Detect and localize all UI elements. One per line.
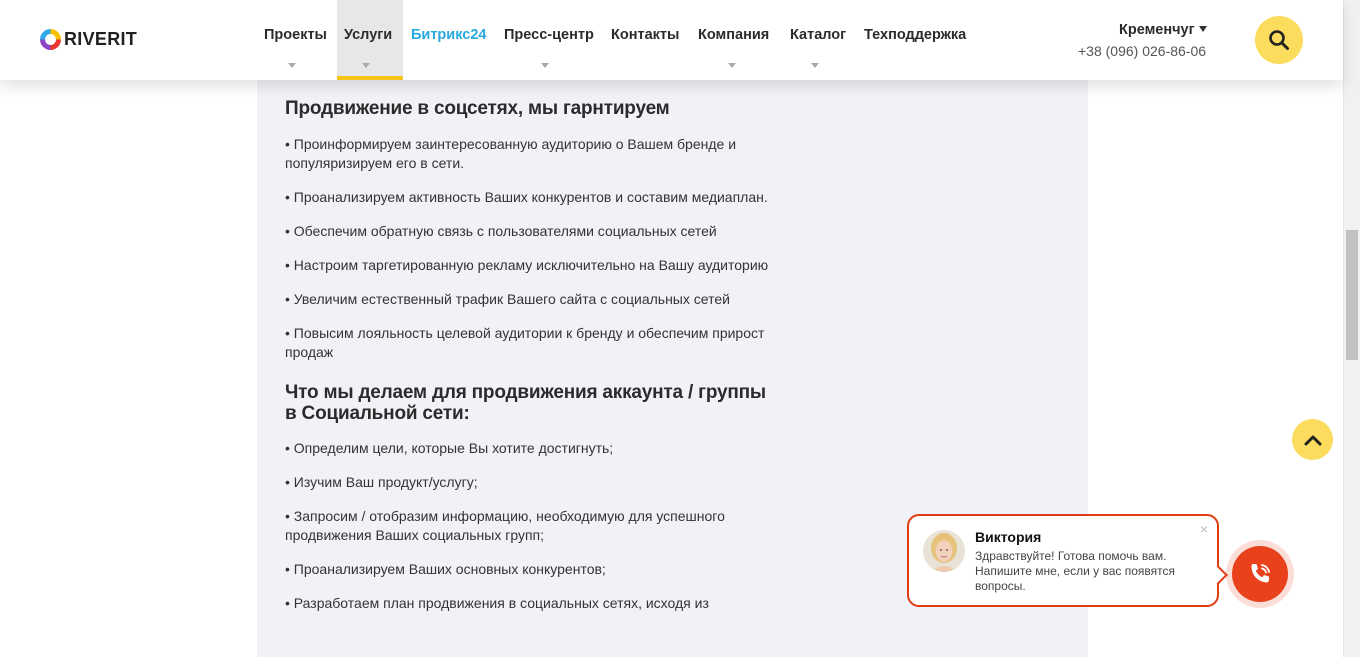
nav-label: Каталог [790,27,847,43]
nav-label: Услуги [344,27,393,43]
list-item: • Проинформируем заинтересованную аудито… [285,136,737,171]
list-item: • Увеличим естественный трафик Вашего са… [285,291,730,307]
nav-item-7[interactable]: Техподдержка [857,0,982,80]
call-button-inner [1232,546,1288,602]
phone-icon [1251,564,1270,583]
list-item: • Разработаем план продвижения в социаль… [285,595,709,611]
nav-label: Битрикс24 [411,27,487,43]
avatar [923,530,965,572]
site-header: RIVERIT Проекты Услуги Битрикс24 Пресс-цент… [0,0,1343,80]
logo-ring-icon [40,29,61,50]
nav-item-1[interactable]: Услуги [337,0,403,80]
chat-popup[interactable]: Виктория Здравствуйте! Готова помочь вам… [907,514,1219,607]
list-item: • Проанализируем активность Ваших конкур… [285,189,768,205]
scrollbar-thumb[interactable] [1346,230,1358,360]
city-name: Кременчуг [1119,22,1195,38]
nav-item-3[interactable]: Пресс-центр [493,0,603,80]
city-selector[interactable]: Кременчуг [1119,22,1207,38]
list-item: • Определим цели, которые Вы хотите дост… [285,440,614,456]
promo-list: • Проинформируем заинтересованную аудито… [285,135,775,362]
nav-item-0[interactable]: Проекты [257,0,337,80]
caret-down-icon [811,63,819,68]
caret-down-icon [1198,26,1207,32]
logo[interactable]: RIVERIT [40,29,137,50]
heading-social-promo: Продвижение в соцсетях, мы гарнтируем [285,98,670,119]
chevron-up-icon [1304,435,1321,445]
steps-list: • Определим цели, которые Вы хотите дост… [285,439,775,613]
caret-down-icon [362,63,370,68]
list-item: • Проанализируем Ваших основных конкурен… [285,561,606,577]
phone-number[interactable]: +38 (096) 026-86-06 [1078,43,1206,59]
nav-item-6[interactable]: Каталог [781,0,857,80]
article: Продвижение в соцсетях, мы гарнтируем • … [285,98,775,628]
caret-down-icon [541,63,549,68]
nav-label: Контакты [611,27,680,43]
chat-agent-name: Виктория [975,529,1042,545]
active-underline [337,76,403,80]
caret-down-icon [728,63,736,68]
caret-down-icon [288,63,296,68]
call-button[interactable] [1226,540,1294,608]
list-item: • Обеспечим обратную связь с пользовател… [285,223,717,239]
list-item: • Настроим таргетированную рекламу исклю… [285,257,769,273]
nav-label: Компания [698,27,770,43]
heading-account-promo: Что мы делаем для продвижения аккаунта /… [285,382,766,424]
nav-label: Техподдержка [864,27,967,43]
search-icon [1269,30,1289,50]
nav-label: Проекты [264,27,327,43]
search-button[interactable] [1255,16,1303,64]
nav-item-5[interactable]: Компания [689,0,781,80]
close-icon[interactable]: × [1200,522,1208,536]
nav-item-4[interactable]: Контакты [603,0,689,80]
scroll-to-top-button[interactable] [1292,419,1333,460]
logo-text: RIVERIT [64,29,138,49]
list-item: • Изучим Ваш продукт/услугу; [285,474,478,490]
chat-message: Здравствуйте! Готова помочь вам. Напишит… [975,549,1176,593]
nav-item-2[interactable]: Битрикс24 [403,0,493,80]
list-item: • Повысим лояльность целевой аудитории к… [285,325,765,360]
nav-label: Пресс-центр [504,27,594,43]
list-item: • Запросим / отобразим информацию, необх… [285,508,725,543]
scrollbar[interactable] [1343,0,1360,657]
